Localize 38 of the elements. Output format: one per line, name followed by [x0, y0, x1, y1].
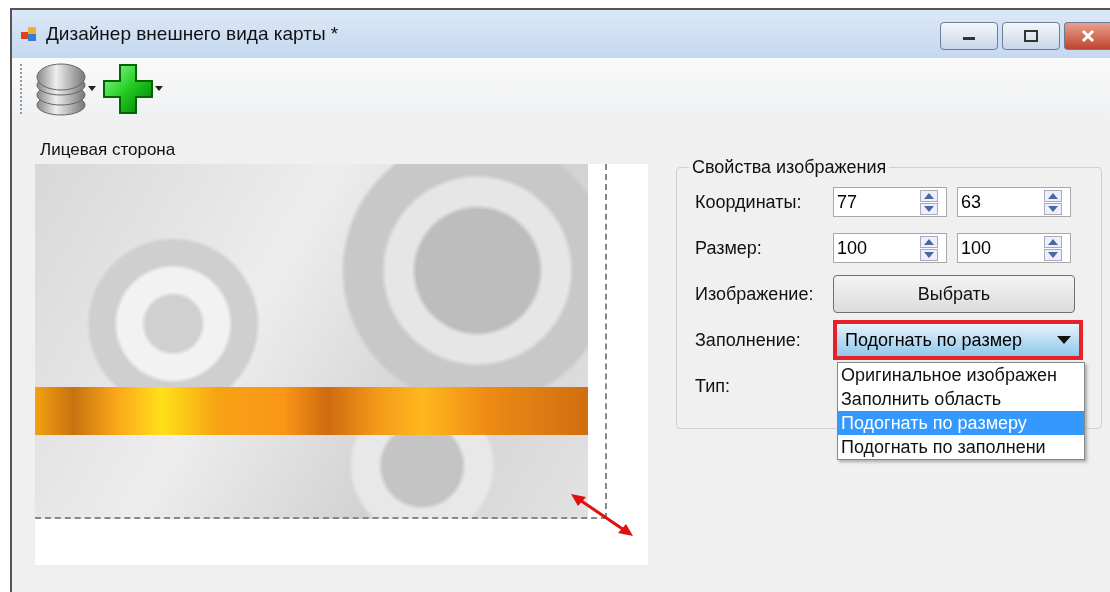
spin-up-icon[interactable]	[1044, 189, 1062, 202]
app-icon	[20, 25, 38, 43]
plus-icon	[102, 63, 154, 115]
close-button[interactable]	[1064, 22, 1110, 50]
database-icon	[35, 61, 87, 117]
choose-button[interactable]: Выбрать	[833, 275, 1075, 313]
spin-down-icon[interactable]	[920, 202, 938, 215]
dropdown-option[interactable]: Заполнить область	[838, 387, 1084, 411]
add-button[interactable]	[100, 63, 165, 115]
number-spinner[interactable]: 100	[833, 233, 947, 263]
spin-down-icon[interactable]	[920, 248, 938, 261]
spin-down-icon[interactable]	[1044, 248, 1062, 261]
window-title: Дизайнер внешнего вида карты *	[46, 23, 340, 45]
spin-up-icon[interactable]	[920, 189, 938, 202]
dropdown-arrow-icon	[1057, 336, 1071, 344]
field-label: Координаты:	[695, 191, 803, 213]
field-label: Заполнение:	[695, 329, 802, 351]
toolbar-grip[interactable]	[20, 64, 25, 114]
spin-down-icon[interactable]	[1044, 202, 1062, 215]
fill-mode-dropdown[interactable]: Подогнать по размер	[833, 320, 1083, 360]
number-spinner[interactable]: 63	[957, 187, 1071, 217]
minimize-button[interactable]	[940, 22, 998, 50]
number-spinner[interactable]: 77	[833, 187, 947, 217]
close-icon	[1079, 29, 1096, 43]
field-label: Изображение:	[695, 283, 815, 305]
maximize-icon	[1023, 30, 1039, 42]
group-title: Свойства изображения	[691, 157, 888, 178]
card-side-label: Лицевая сторона	[39, 140, 177, 160]
spin-up-icon[interactable]	[1044, 235, 1062, 248]
maximize-button[interactable]	[1002, 22, 1060, 50]
database-button[interactable]	[33, 61, 98, 117]
dropdown-option[interactable]: Оригинальное изображен	[838, 363, 1084, 387]
resize-arrow-icon	[571, 494, 633, 536]
dropdown-option[interactable]: Подогнать по заполнени	[838, 435, 1084, 459]
number-spinner[interactable]: 100	[957, 233, 1071, 263]
field-label: Размер:	[695, 237, 763, 259]
field-label: Тип:	[695, 375, 731, 397]
spin-up-icon[interactable]	[920, 235, 938, 248]
